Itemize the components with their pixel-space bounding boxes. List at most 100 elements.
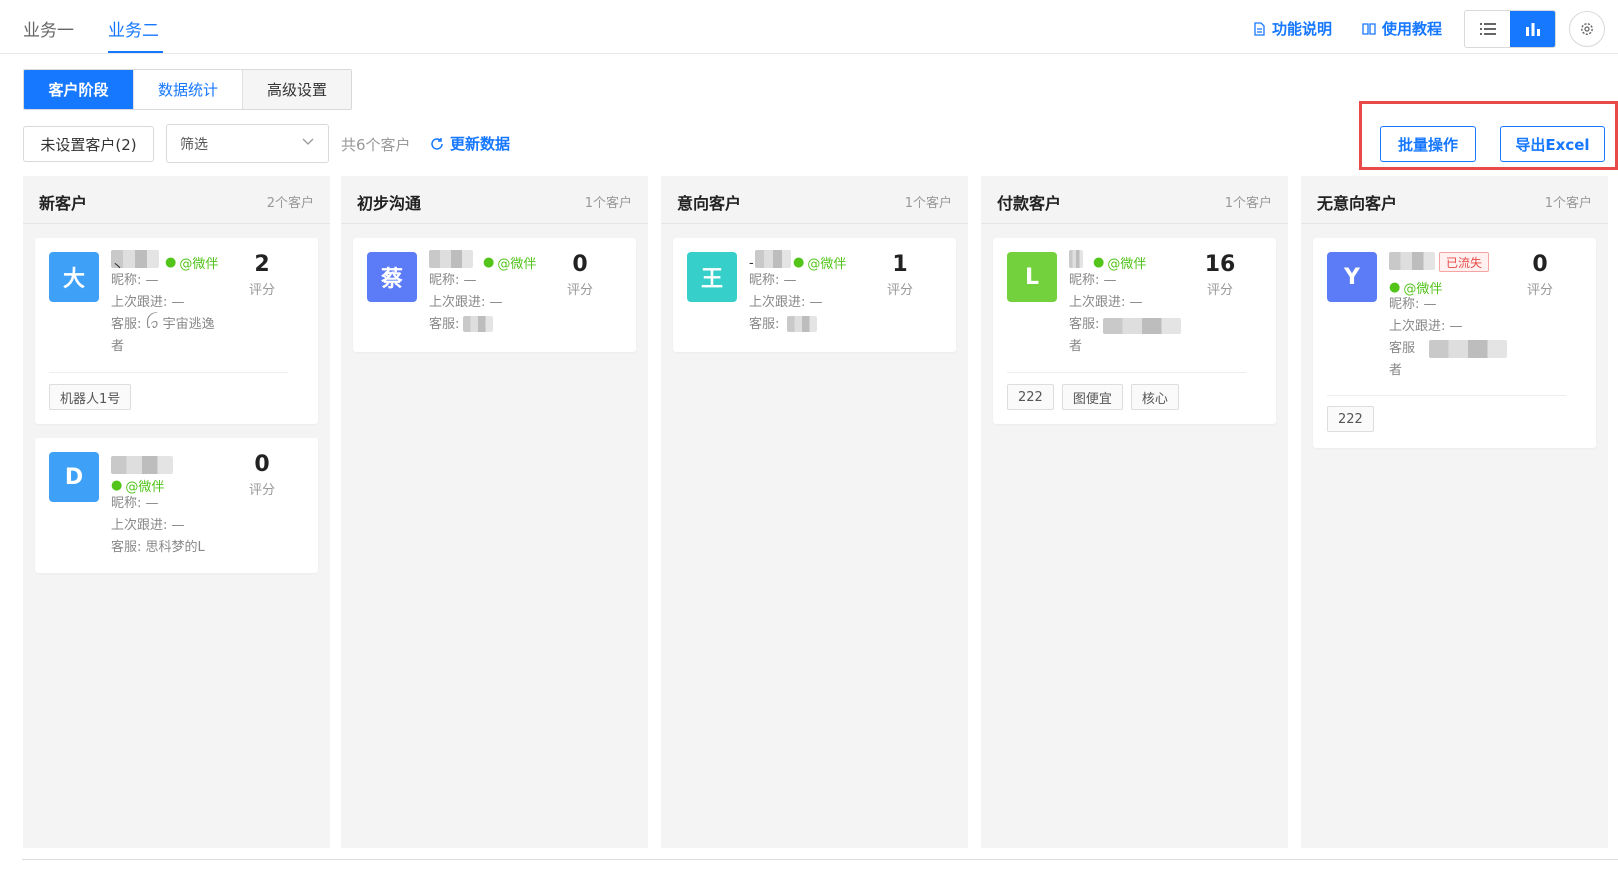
customer-card[interactable]: 大 丶 ● @微伴 昵称: — 上次跟进: — 客服: ꪶꪫ 宇宙逃逸 者 2 评… <box>35 238 318 424</box>
feature-desc-link[interactable]: 功能说明 <box>1252 18 1332 39</box>
tutorial-label: 使用教程 <box>1382 20 1443 38</box>
column-header: 初步沟通 1个客户 <box>341 176 648 224</box>
last-follow: 上次跟进: — <box>111 295 185 310</box>
bottom-divider <box>22 859 1618 860</box>
customer-card[interactable]: D ● @微伴 昵称: — 上次跟进: — 客服: 思科梦的L 0 评分 <box>35 438 318 573</box>
service: 客服: ꪶꪫ 宇宙逃逸 <box>111 317 215 332</box>
book-icon <box>1362 22 1376 35</box>
gear-icon <box>1581 23 1593 35</box>
column-count: 1个客户 <box>904 196 952 211</box>
tag: 图便宜 <box>1061 384 1123 410</box>
tag: 核心 <box>1130 384 1179 410</box>
card-divider <box>49 372 288 373</box>
settings-button[interactable] <box>1569 11 1605 47</box>
customer-card[interactable]: 王 - ● @微伴 昵称: — 上次跟进: — 客服: 1 评分 <box>673 238 956 352</box>
score-value: 0 <box>1532 252 1548 277</box>
score: 0 评分 <box>242 452 282 498</box>
refresh-data-button[interactable]: 更新数据 <box>430 133 510 154</box>
wechat-icon: ● <box>1389 280 1401 295</box>
score-value: 0 <box>572 252 588 277</box>
score: 2 评分 <box>242 252 282 298</box>
card-info: 昵称: — 上次跟进: — 客服: ꪶꪫ 宇宙逃逸 者 <box>111 270 215 358</box>
wechat-icon: ● <box>165 255 177 270</box>
stage-column-intent: 意向客户 1个客户 王 - ● @微伴 昵称: — 上次跟进: — 客服: 1 评… <box>661 176 968 848</box>
service-cont: 者 <box>1389 363 1403 378</box>
stage-column-initial-contact: 初步沟通 1个客户 蔡 ● @微伴 昵称: — 上次跟进: — 客服: 0 评分 <box>341 176 648 848</box>
tab-data-stats[interactable]: 数据统计 <box>133 70 242 109</box>
customer-card[interactable]: Y 已流失 ● @微伴 昵称: — 上次跟进: — 客服 者 0 评分 222 <box>1313 238 1596 448</box>
total-count: 共6个客户 <box>341 136 411 154</box>
nickname: 昵称: — <box>111 273 159 288</box>
wechat-icon: ● <box>483 255 495 270</box>
nickname: 昵称: — <box>749 273 797 288</box>
wechat-icon: ● <box>111 478 123 493</box>
score: 1 评分 <box>880 252 920 298</box>
tab-customer-stage[interactable]: 客户阶段 <box>24 70 133 109</box>
tag: 机器人1号 <box>49 384 132 410</box>
score-value: 2 <box>254 252 270 277</box>
customer-card[interactable]: 蔡 ● @微伴 昵称: — 上次跟进: — 客服: 0 评分 <box>353 238 636 352</box>
score-value: 1 <box>892 252 908 277</box>
service: 客服: 思科梦的L <box>111 540 205 555</box>
column-title: 意向客户 <box>677 194 742 213</box>
service-redacted <box>787 316 817 332</box>
nickname: 昵称: — <box>1389 297 1437 312</box>
score-label: 评分 <box>1526 283 1553 298</box>
tab-advanced-settings[interactable]: 高级设置 <box>242 70 351 109</box>
score: 0 评分 <box>560 252 600 298</box>
card-info: 昵称: — 上次跟进: — 客服: 思科梦的L <box>111 493 205 559</box>
service-redacted <box>1103 318 1181 334</box>
card-divider <box>1007 372 1246 373</box>
top-nav: 业务一 业务二 功能说明 使用教程 <box>0 0 1618 54</box>
export-excel-button[interactable]: 导出Excel <box>1500 126 1605 162</box>
name-mark: - <box>749 256 754 271</box>
column-header: 付款客户 1个客户 <box>981 176 1288 224</box>
score-label: 评分 <box>566 283 593 298</box>
avatar: 蔡 <box>367 252 417 302</box>
customer-card[interactable]: L ● @微伴 昵称: — 上次跟进: — 客服: 者 16 评分 222 图便宜… <box>993 238 1276 424</box>
unset-customers-button[interactable]: 未设置客户(2) <box>23 126 154 162</box>
nickname: 昵称: — <box>429 273 477 288</box>
tutorial-link[interactable]: 使用教程 <box>1362 18 1442 39</box>
avatar: D <box>49 452 99 502</box>
score-label: 评分 <box>1206 283 1233 298</box>
column-count: 1个客户 <box>584 196 632 211</box>
score-value: 0 <box>254 452 270 477</box>
batch-action-button[interactable]: 批量操作 <box>1380 126 1476 162</box>
refresh-icon <box>431 137 443 150</box>
service-redacted <box>463 316 493 332</box>
last-follow: 上次跟进: — <box>1389 319 1463 334</box>
column-title: 付款客户 <box>997 194 1062 213</box>
card-info: 昵称: — 上次跟进: — 客服 者 <box>1389 294 1463 382</box>
stage-column-new: 新客户 2个客户 大 丶 ● @微伴 昵称: — 上次跟进: — 客服: ꪶꪫ 宇… <box>23 176 330 848</box>
list-view-button[interactable] <box>1465 11 1510 47</box>
card-divider <box>1327 395 1566 396</box>
score-value: 16 <box>1204 252 1236 277</box>
kanban-view-button[interactable] <box>1510 11 1555 47</box>
last-follow: 上次跟进: — <box>1069 295 1143 310</box>
bar-chart-icon <box>1525 23 1540 36</box>
score: 16 评分 <box>1200 252 1240 298</box>
tab-business-1[interactable]: 业务一 <box>23 16 74 41</box>
wechat-label: @微伴 <box>497 257 537 272</box>
last-follow: 上次跟进: — <box>111 518 185 533</box>
filter-select[interactable]: 筛选 <box>166 124 329 163</box>
view-toggle <box>1464 10 1556 48</box>
list-icon <box>1479 23 1496 35</box>
refresh-label: 更新数据 <box>450 135 511 153</box>
column-count: 2个客户 <box>266 196 314 211</box>
filter-placeholder: 筛选 <box>180 136 208 153</box>
lost-status-badge: 已流失 <box>1439 252 1490 272</box>
nickname: 昵称: — <box>1069 273 1117 288</box>
avatar: L <box>1007 252 1057 302</box>
service-cont: 者 <box>1069 339 1083 354</box>
last-follow: 上次跟进: — <box>429 295 503 310</box>
tab-business-2[interactable]: 业务二 <box>108 16 159 41</box>
avatar: Y <box>1327 252 1377 302</box>
column-header: 新客户 2个客户 <box>23 176 330 224</box>
tag-list: 222 <box>1327 406 1374 432</box>
chevron-down-icon <box>302 138 314 145</box>
score-label: 评分 <box>886 283 913 298</box>
column-title: 新客户 <box>39 194 88 213</box>
customer-name-redacted <box>755 250 791 268</box>
